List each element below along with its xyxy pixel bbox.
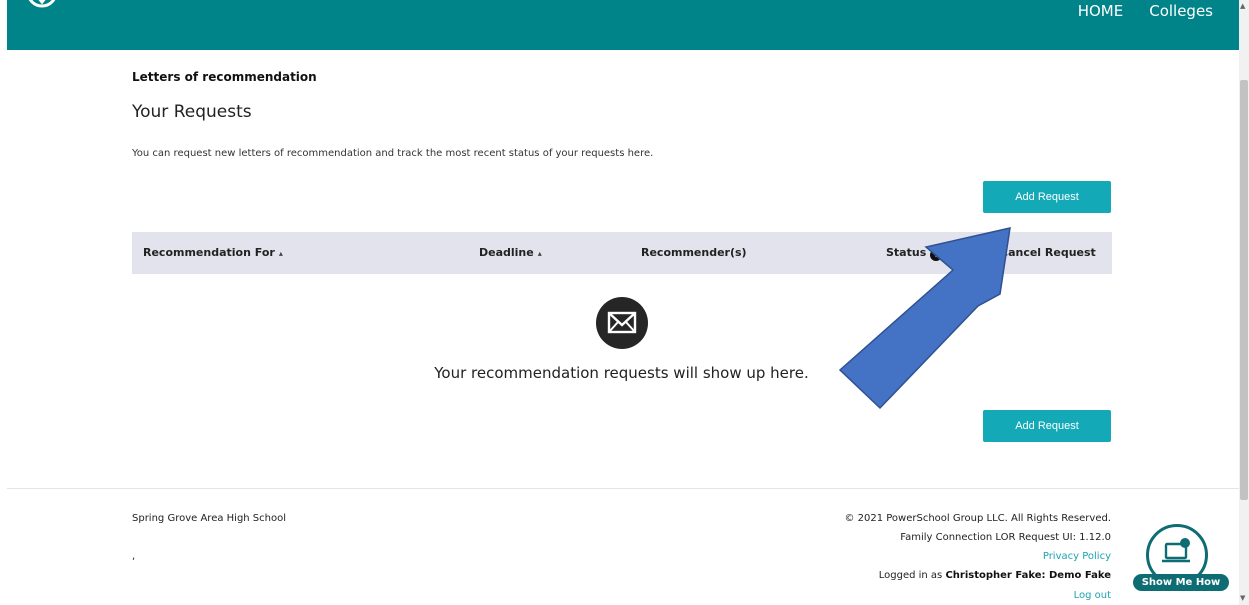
empty-state-message: Your recommendation requests will show u… (434, 364, 809, 382)
add-request-button-bottom[interactable]: Add Request (983, 410, 1111, 442)
column-recommenders: Recommender(s) (641, 246, 747, 259)
column-deadline-label: Deadline (479, 246, 534, 259)
school-logo-icon[interactable] (25, 0, 59, 10)
logged-in-username: Christopher Fake: Demo Fake (945, 570, 1111, 581)
column-recommendation-for-label: Recommendation For (143, 246, 275, 259)
top-nav-bar: HOME Colleges (7, 0, 1239, 50)
footer-address: , (132, 551, 136, 562)
nav-colleges-link[interactable]: Colleges (1149, 2, 1213, 20)
scroll-up-arrow-icon[interactable]: ▲ (1240, 2, 1245, 10)
intro-text: You can request new letters of recommend… (132, 148, 654, 159)
logged-in-user: Logged in as Christopher Fake: Demo Fake (879, 570, 1111, 581)
footer-school-name: Spring Grove Area High School (132, 513, 287, 524)
breadcrumb: Letters of recommendation (132, 70, 317, 84)
show-me-how-button[interactable]: Show Me How (1133, 574, 1229, 591)
scroll-down-arrow-icon[interactable]: ▼ (1240, 594, 1245, 602)
page-title: Your Requests (132, 102, 252, 122)
envelope-icon (596, 297, 648, 349)
footer-copyright: © 2021 PowerSchool Group LLC. All Rights… (844, 513, 1111, 524)
column-deadline[interactable]: Deadline ▴ (479, 246, 542, 259)
logged-in-prefix: Logged in as (878, 570, 946, 581)
scrollbar-thumb[interactable] (1240, 80, 1248, 500)
footer-version: Family Connection LOR Request UI: 1.12.0 (900, 532, 1111, 543)
blue-arrow-icon (838, 227, 1011, 410)
column-recommendation-for[interactable]: Recommendation For ▴ (143, 246, 283, 259)
nav-home-link[interactable]: HOME (1078, 2, 1124, 20)
add-request-button-top[interactable]: Add Request (983, 181, 1111, 213)
sort-arrow-icon[interactable]: ▴ (279, 249, 283, 258)
sort-arrow-icon[interactable]: ▴ (538, 249, 542, 258)
main-nav: HOME Colleges (1078, 2, 1213, 20)
page-scrollbar[interactable]: ▲ ▼ (1239, 0, 1249, 605)
logout-link[interactable]: Log out (1074, 590, 1111, 601)
footer-divider (7, 488, 1239, 489)
privacy-policy-link[interactable]: Privacy Policy (1043, 551, 1111, 562)
